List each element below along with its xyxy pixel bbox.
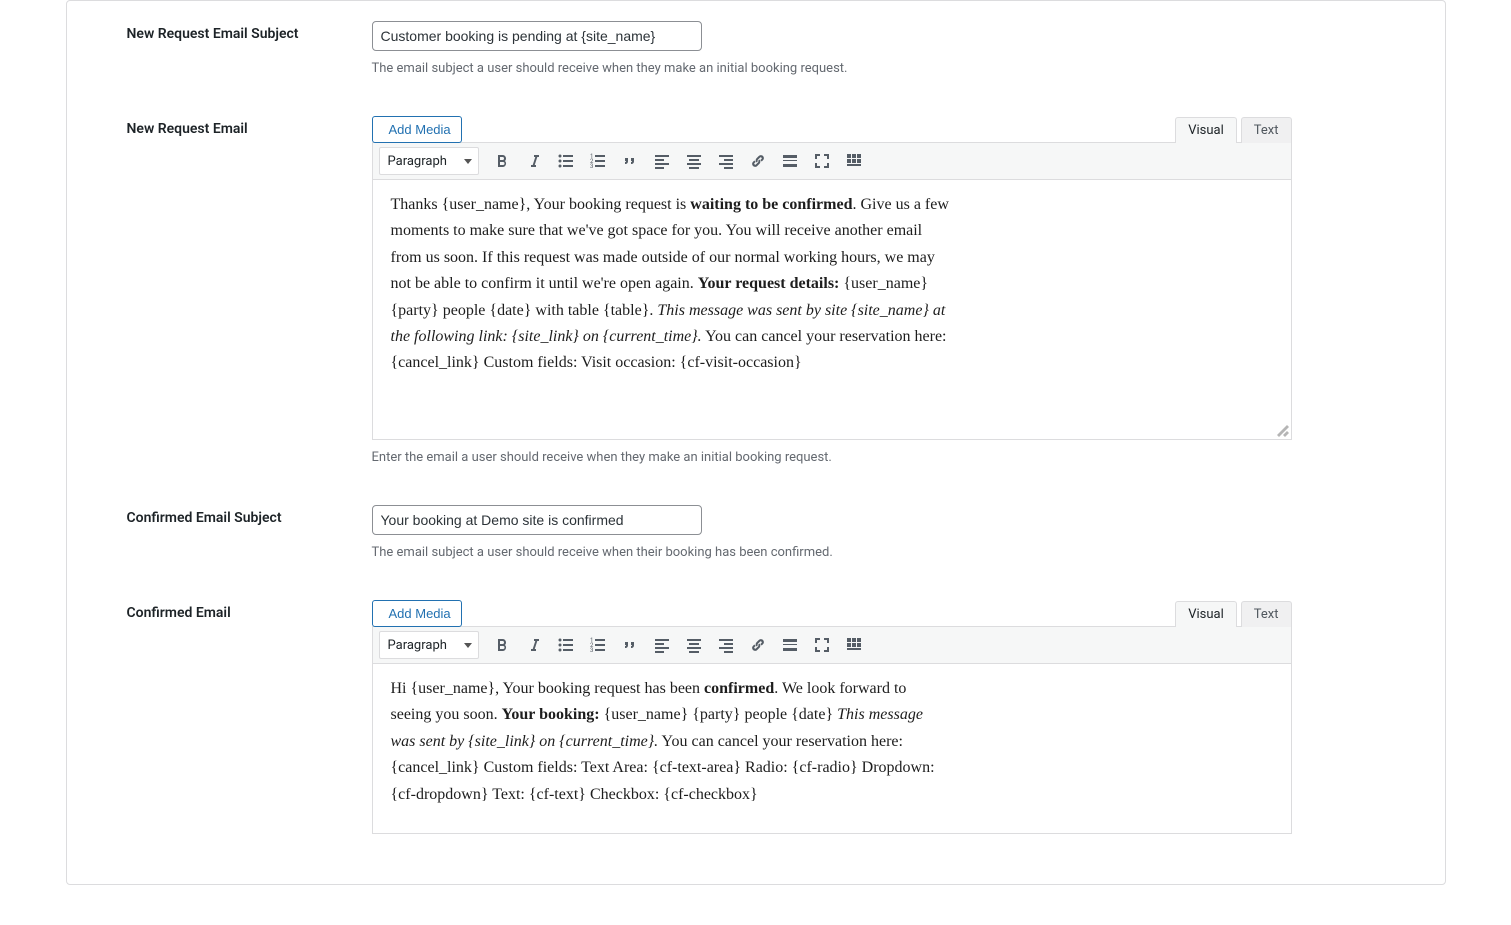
row-confirmed-subject: Confirmed Email Subject The email subjec… (127, 505, 1410, 560)
fullscreen-button[interactable] (807, 630, 837, 660)
desc-new-request-email: Enter the email a user should receive wh… (372, 450, 1292, 465)
align-center-button[interactable] (679, 630, 709, 660)
add-media-label: Add Media (389, 606, 451, 621)
editor-text-bold: Your booking: (502, 706, 600, 723)
svg-text:3: 3 (590, 647, 593, 654)
editor-toolbar: Paragraph 123 (372, 142, 1292, 180)
align-center-button[interactable] (679, 146, 709, 176)
svg-text:3: 3 (590, 163, 593, 170)
row-new-request-email: New Request Email Add Media Visual Text (127, 116, 1410, 465)
format-select-label: Paragraph (388, 154, 447, 169)
tab-visual[interactable]: Visual (1175, 601, 1237, 627)
toolbar-toggle-button[interactable] (839, 146, 869, 176)
editor-toolbar: Paragraph 123 (372, 626, 1292, 664)
label-new-request-email: New Request Email (127, 116, 372, 137)
editor-text: Hi {user_name}, Your booking request has… (391, 680, 705, 697)
input-confirmed-subject[interactable] (372, 505, 702, 535)
add-media-button[interactable]: Add Media (372, 600, 462, 627)
toolbar-toggle-button[interactable] (839, 630, 869, 660)
resize-handle[interactable] (1277, 425, 1289, 437)
read-more-button[interactable] (775, 146, 805, 176)
tab-visual[interactable]: Visual (1175, 117, 1237, 143)
tab-text[interactable]: Text (1241, 601, 1292, 627)
format-select-label: Paragraph (388, 638, 447, 653)
add-media-label: Add Media (389, 122, 451, 137)
settings-panel: New Request Email Subject The email subj… (66, 0, 1446, 885)
align-left-button[interactable] (647, 146, 677, 176)
editor-tabs: Visual Text (1175, 601, 1291, 627)
format-select[interactable]: Paragraph (379, 631, 479, 659)
format-select[interactable]: Paragraph (379, 147, 479, 175)
numbered-list-button[interactable]: 123 (583, 630, 613, 660)
editor-tabs: Visual Text (1175, 117, 1291, 143)
italic-button[interactable] (519, 146, 549, 176)
row-new-request-subject: New Request Email Subject The email subj… (127, 21, 1410, 76)
chevron-down-icon (464, 643, 472, 648)
editor-text-bold: Your request details: (698, 275, 840, 292)
input-new-request-subject[interactable] (372, 21, 702, 51)
editor-text-bold: confirmed (704, 680, 774, 697)
chevron-down-icon (464, 159, 472, 164)
desc-confirmed-subject: The email subject a user should receive … (372, 545, 1292, 560)
row-confirmed-email: Confirmed Email Add Media Visual Text (127, 600, 1410, 834)
align-left-button[interactable] (647, 630, 677, 660)
bullet-list-button[interactable] (551, 630, 581, 660)
blockquote-button[interactable] (615, 630, 645, 660)
link-button[interactable] (743, 630, 773, 660)
editor-confirmed-email[interactable]: Hi {user_name}, Your booking request has… (372, 664, 1292, 834)
read-more-button[interactable] (775, 630, 805, 660)
label-new-request-subject: New Request Email Subject (127, 21, 372, 42)
editor-text: {user_name} {party} people {date} (600, 706, 838, 723)
bold-button[interactable] (487, 146, 517, 176)
label-confirmed-email: Confirmed Email (127, 600, 372, 621)
align-right-button[interactable] (711, 146, 741, 176)
label-confirmed-subject: Confirmed Email Subject (127, 505, 372, 526)
editor-new-request-email[interactable]: Thanks {user_name}, Your booking request… (372, 180, 1292, 440)
bullet-list-button[interactable] (551, 146, 581, 176)
add-media-button[interactable]: Add Media (372, 116, 462, 143)
fullscreen-button[interactable] (807, 146, 837, 176)
link-button[interactable] (743, 146, 773, 176)
tab-text[interactable]: Text (1241, 117, 1292, 143)
align-right-button[interactable] (711, 630, 741, 660)
italic-button[interactable] (519, 630, 549, 660)
bold-button[interactable] (487, 630, 517, 660)
numbered-list-button[interactable]: 123 (583, 146, 613, 176)
editor-text: Thanks {user_name}, Your booking request… (391, 196, 691, 213)
editor-text-bold: waiting to be confirmed (690, 196, 852, 213)
blockquote-button[interactable] (615, 146, 645, 176)
desc-new-request-subject: The email subject a user should receive … (372, 61, 1292, 76)
